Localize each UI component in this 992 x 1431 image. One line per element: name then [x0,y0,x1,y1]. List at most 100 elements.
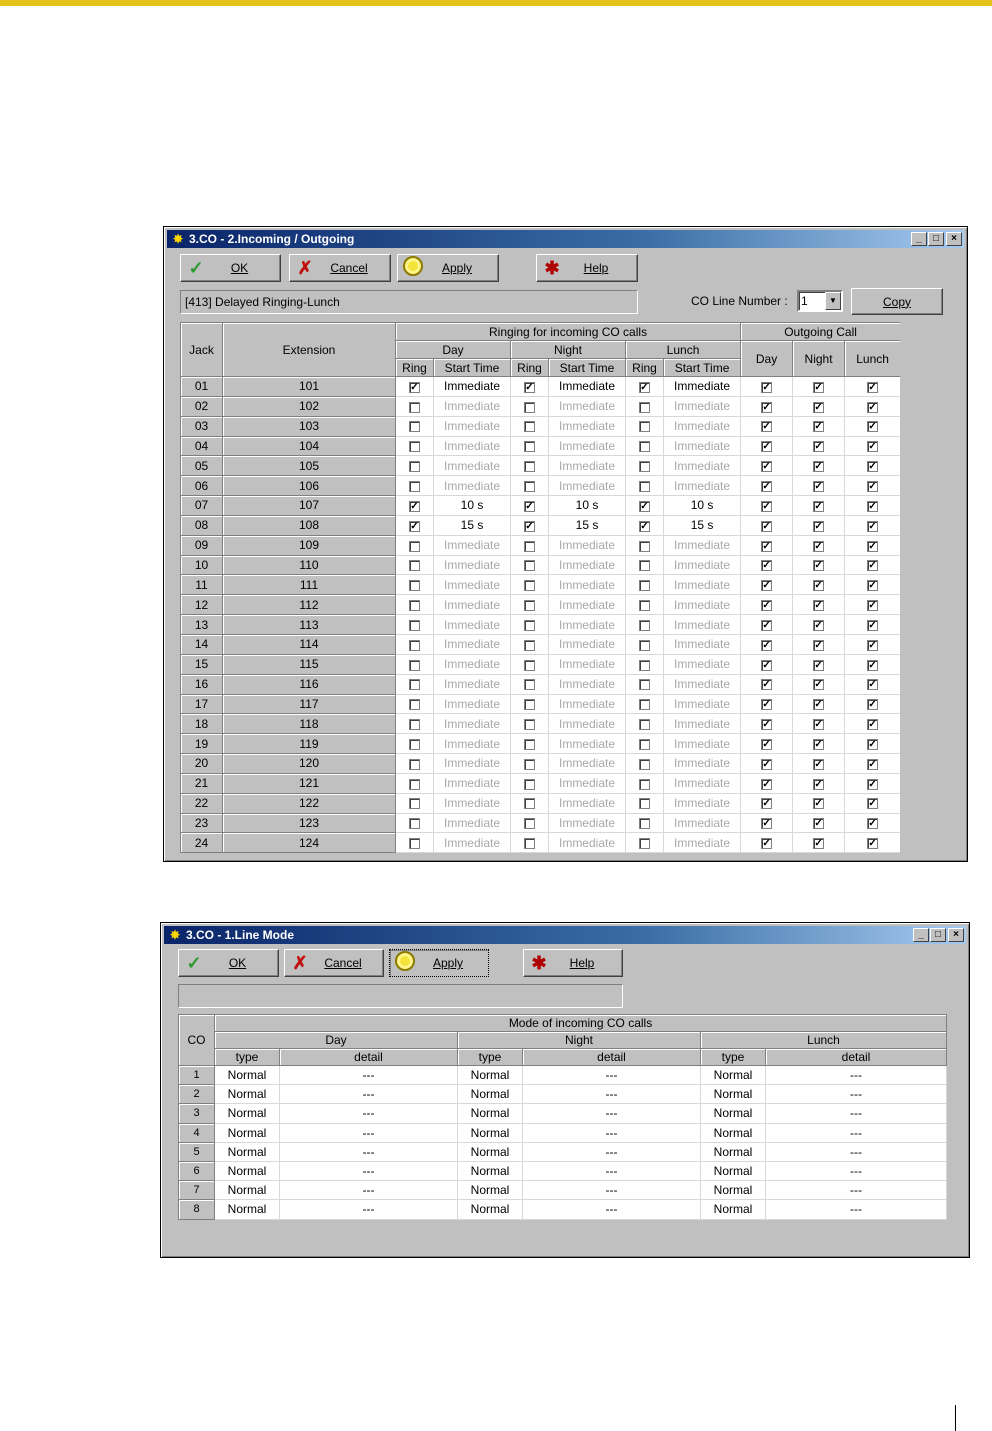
od-checkbox-cell[interactable]: ✓ [740,515,794,536]
od-checkbox-cell[interactable]: ✓ [740,376,794,397]
day-start-time-cell[interactable]: Immediate [433,832,511,854]
checkbox[interactable] [639,580,650,592]
nr-checkbox-cell[interactable] [510,574,549,596]
checkbox[interactable]: ✓ [761,758,773,770]
checkbox[interactable] [524,441,535,453]
lunch-start-time-cell[interactable]: Immediate [663,713,742,735]
day-start-time-cell[interactable]: 15 s [433,515,511,536]
lr-checkbox-cell[interactable] [625,594,664,616]
od-checkbox-cell[interactable]: ✓ [740,634,794,655]
ol-checkbox-cell[interactable]: ✓ [844,416,902,437]
night-start-time-cell[interactable]: Immediate [548,753,626,774]
lunch-start-time-cell[interactable]: Immediate [663,475,742,497]
on-checkbox-cell[interactable]: ✓ [792,713,846,735]
checkbox[interactable]: ✓ [867,838,879,850]
dr-checkbox-cell[interactable] [395,416,434,437]
checkbox[interactable]: ✓ [761,778,773,790]
checkbox[interactable] [524,798,535,810]
checkbox[interactable]: ✓ [761,639,773,651]
night-type-cell[interactable]: Normal [457,1161,523,1182]
checkbox[interactable] [524,818,535,830]
night-detail-cell[interactable]: --- [522,1065,701,1086]
nr-checkbox-cell[interactable] [510,654,549,675]
table-row[interactable]: 15 115 Immediate Immediate Immediate ✓ ✓ ✓ [180,653,902,675]
checkbox[interactable] [524,838,535,850]
checkbox[interactable]: ✓ [761,540,773,552]
nr-checkbox-cell[interactable] [510,832,549,854]
checkbox[interactable] [409,679,420,691]
checkbox[interactable]: ✓ [813,381,825,393]
od-checkbox-cell[interactable]: ✓ [740,574,794,596]
checkbox[interactable]: ✓ [524,500,535,512]
day-start-time-cell[interactable]: Immediate [433,594,511,616]
ol-checkbox-cell[interactable]: ✓ [844,495,902,516]
ol-checkbox-cell[interactable]: ✓ [844,674,902,695]
nr-checkbox-cell[interactable] [510,773,549,794]
table-row[interactable]: 24 124 Immediate Immediate Immediate ✓ ✓ ✓ [180,832,902,854]
lr-checkbox-cell[interactable]: ✓ [625,495,664,516]
ol-checkbox-cell[interactable]: ✓ [844,694,902,715]
on-checkbox-cell[interactable]: ✓ [792,634,846,655]
night-detail-cell[interactable]: --- [522,1103,701,1124]
apply-button[interactable]: Apply [397,254,499,282]
od-checkbox-cell[interactable]: ✓ [740,694,794,715]
checkbox[interactable] [524,600,535,612]
dr-checkbox-cell[interactable]: ✓ [395,515,434,536]
lunch-start-time-cell[interactable]: Immediate [663,832,742,854]
title-bar[interactable]: ✸ 3.CO - 2.Incoming / Outgoing _ □ × [167,230,964,248]
checkbox[interactable] [409,401,420,413]
on-checkbox-cell[interactable]: ✓ [792,416,846,437]
checkbox[interactable]: ✓ [761,619,773,631]
lunch-type-cell[interactable]: Normal [700,1123,766,1143]
day-start-time-cell[interactable]: Immediate [433,376,511,397]
checkbox[interactable]: ✓ [761,421,773,433]
checkbox[interactable] [409,461,420,473]
cancel-button[interactable]: ✗ Cancel [284,949,384,977]
ol-checkbox-cell[interactable]: ✓ [844,733,902,755]
lunch-start-time-cell[interactable]: Immediate [663,733,742,755]
checkbox[interactable]: ✓ [813,838,825,850]
checkbox[interactable]: ✓ [867,580,879,592]
day-start-time-cell[interactable]: Immediate [433,555,511,576]
chevron-down-icon[interactable]: ▼ [825,292,841,310]
on-checkbox-cell[interactable]: ✓ [792,495,846,516]
dr-checkbox-cell[interactable] [395,832,434,854]
table-row[interactable]: 4 Normal --- Normal --- Normal --- [178,1122,948,1143]
checkbox[interactable]: ✓ [813,738,825,750]
checkbox[interactable] [524,719,535,731]
checkbox[interactable]: ✓ [867,461,879,473]
lunch-start-time-cell[interactable]: Immediate [663,813,742,834]
lunch-detail-cell[interactable]: --- [765,1084,948,1105]
checkbox[interactable]: ✓ [867,619,879,631]
checkbox[interactable]: ✓ [761,520,773,532]
dr-checkbox-cell[interactable] [395,455,434,477]
checkbox[interactable]: ✓ [813,619,825,631]
checkbox[interactable]: ✓ [761,679,773,691]
day-detail-cell[interactable]: --- [279,1123,458,1143]
table-row[interactable]: 1 Normal --- Normal --- Normal --- [178,1064,948,1086]
lunch-type-cell[interactable]: Normal [700,1199,766,1220]
nr-checkbox-cell[interactable] [510,614,549,635]
checkbox[interactable] [639,639,650,651]
nr-checkbox-cell[interactable] [510,753,549,774]
checkbox[interactable] [409,778,420,790]
on-checkbox-cell[interactable]: ✓ [792,475,846,497]
table-row[interactable]: 23 123 Immediate Immediate Immediate ✓ ✓ ✓ [180,812,902,834]
od-checkbox-cell[interactable]: ✓ [740,535,794,556]
on-checkbox-cell[interactable]: ✓ [792,793,846,814]
day-type-cell[interactable]: Normal [214,1180,280,1201]
lunch-detail-cell[interactable]: --- [765,1199,948,1220]
on-checkbox-cell[interactable]: ✓ [792,654,846,675]
checkbox[interactable] [639,441,650,453]
checkbox[interactable] [639,659,650,671]
dr-checkbox-cell[interactable]: ✓ [395,376,434,397]
day-start-time-cell[interactable]: Immediate [433,475,511,497]
night-start-time-cell[interactable]: Immediate [548,733,626,755]
day-start-time-cell[interactable]: Immediate [433,674,511,695]
checkbox[interactable]: ✓ [409,381,420,393]
checkbox[interactable]: ✓ [813,500,825,512]
day-type-cell[interactable]: Normal [214,1142,280,1162]
od-checkbox-cell[interactable]: ✓ [740,813,794,834]
ol-checkbox-cell[interactable]: ✓ [844,813,902,834]
checkbox[interactable]: ✓ [813,699,825,711]
